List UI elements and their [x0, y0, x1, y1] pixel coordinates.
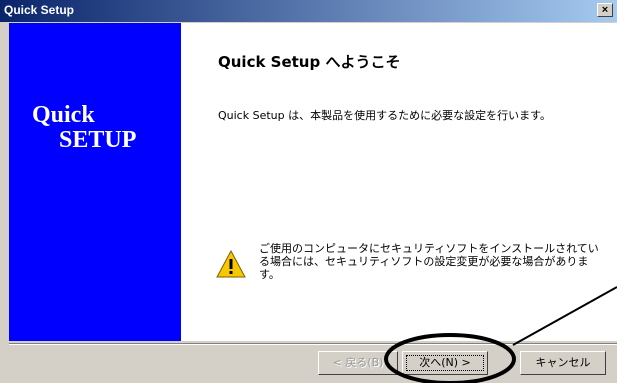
banner-text-line2: SETUP	[59, 127, 137, 153]
setup-description: Quick Setup は、本製品を使用するために必要な設定を行います。	[218, 109, 552, 122]
footer-divider	[9, 343, 617, 345]
window-title: Quick Setup	[4, 3, 75, 17]
title-bar[interactable]: Quick Setup ×	[0, 0, 617, 22]
setup-dialog: Quick Setup × Quick SETUP Quick Setup へよ…	[0, 0, 617, 383]
security-warning-text: ご使用のコンピュータにセキュリティソフトをインストールされている場合には、セキュ…	[259, 242, 599, 281]
setup-banner: Quick SETUP	[9, 23, 181, 341]
back-button[interactable]: < 戻る(B)	[318, 351, 398, 375]
cancel-button[interactable]: キャンセル	[520, 351, 606, 375]
content-panel: Quick Setup へようこそ Quick Setup は、本製品を使用する…	[181, 23, 617, 341]
close-button[interactable]: ×	[597, 3, 613, 17]
warning-icon	[216, 250, 246, 278]
next-button[interactable]: 次へ(N) >	[402, 351, 488, 375]
banner-text-line1: Quick	[32, 102, 95, 128]
welcome-heading: Quick Setup へようこそ	[218, 53, 401, 71]
